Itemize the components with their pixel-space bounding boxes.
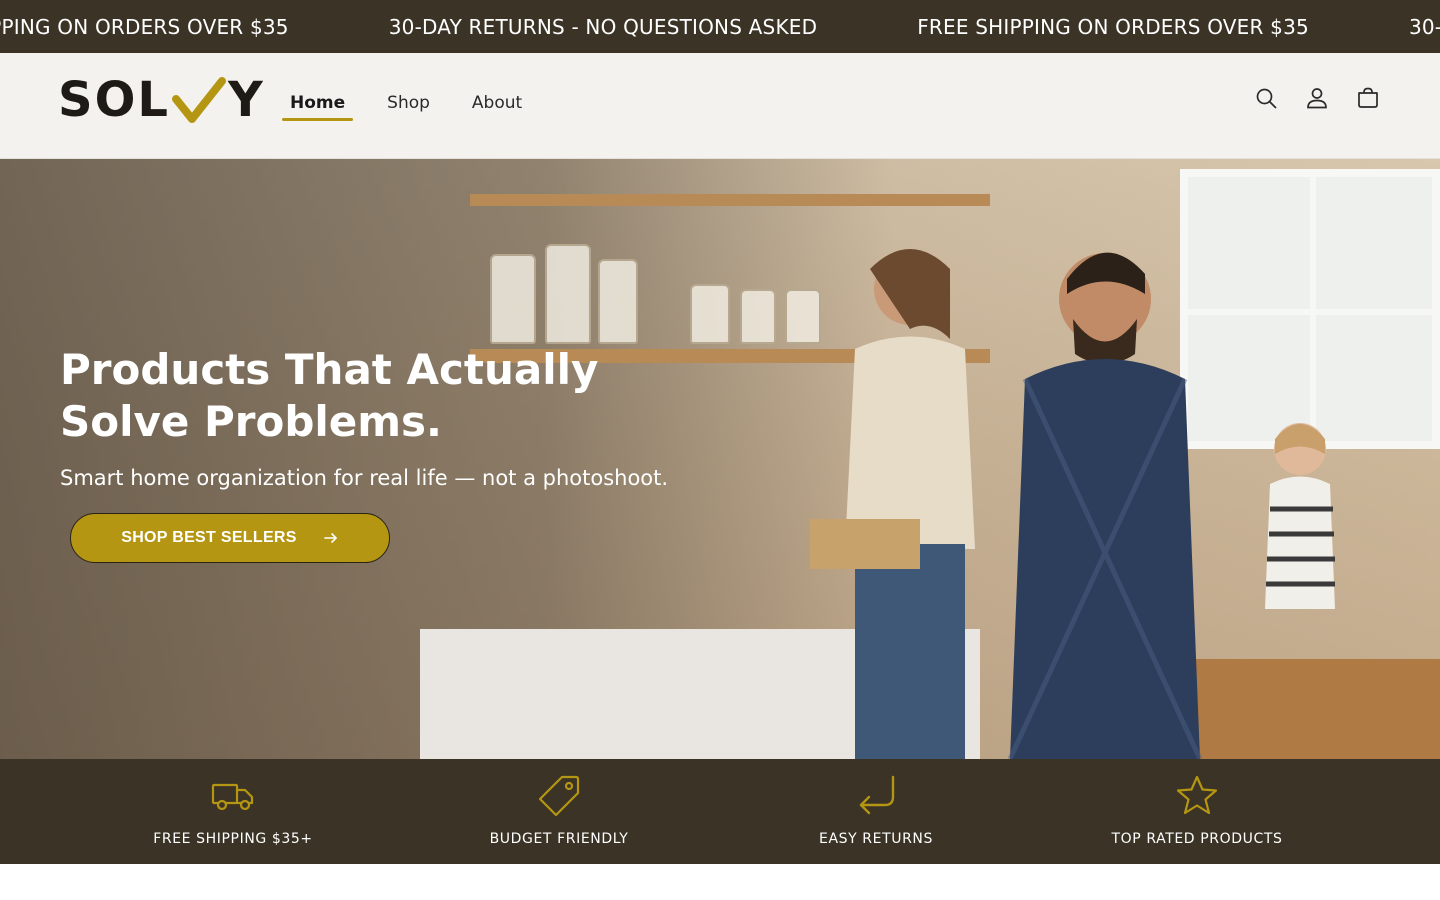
solvy-logo[interactable]: SOL Y [58,75,265,125]
truck-icon [211,783,254,811]
man-figure [1007,252,1203,759]
nav-item-about[interactable]: About [464,89,530,119]
logo-text-left: SOL [58,72,170,128]
storage-jar [740,289,776,344]
cta-label: SHOP BEST SELLERS [121,529,297,546]
header-icons [1254,86,1380,110]
nav-item-shop[interactable]: Shop [379,89,438,119]
main-nav: Home Shop About [282,89,556,121]
feature-easy-returns: EASY RETURNS [817,773,935,847]
return-arrow-icon [859,775,895,815]
site-header: SOL Y Home Shop About [0,53,1440,159]
announcement-item: FREE SHIPPING ON ORDERS OVER $35 [917,14,1309,39]
search-icon[interactable] [1254,86,1278,110]
feature-budget-friendly: BUDGET FRIENDLY [486,773,632,847]
feature-label: TOP RATED PRODUCTS [1111,831,1283,847]
woman-figure [810,249,975,759]
announcement-track: FREE SHIPPING ON ORDERS OVER $35 30-DAY … [0,0,1440,53]
feature-label: FREE SHIPPING $35+ [153,831,313,847]
hero-title: Products That Actually Solve Problems. [60,345,599,446]
account-icon[interactable] [1305,86,1329,110]
price-tag-icon [538,775,580,817]
shop-best-sellers-button[interactable]: SHOP BEST SELLERS [70,513,390,563]
hero-banner: Products That Actually Solve Problems. S… [0,159,1440,759]
announcement-item: 30-DAY RETURNS - NO QUESTIONS ASKED [388,14,818,39]
announcement-item: 30-DAY RETURNS - NO QUESTIONS ASKED [1408,14,1440,39]
storage-jar [545,244,591,344]
logo-checkmark-icon [171,77,226,123]
storage-jar [490,254,536,344]
cart-icon[interactable] [1356,86,1380,110]
feature-free-shipping: FREE SHIPPING $35+ [153,773,313,847]
nav-item-home[interactable]: Home [282,89,354,121]
logo-text-right: Y [227,72,265,128]
feature-label: BUDGET FRIENDLY [489,831,629,847]
arrow-right-icon [323,533,337,543]
star-icon [1176,775,1218,815]
child-figure [1265,423,1335,609]
upper-shelf [470,194,990,206]
feature-top-rated: TOP RATED PRODUCTS [1106,773,1288,847]
storage-jar [598,259,638,344]
feature-label: EASY RETURNS [819,831,933,847]
announcement-item: FREE SHIPPING ON ORDERS OVER $35 [0,14,289,39]
hero-subtitle: Smart home organization for real life — … [60,466,669,490]
features-strip: FREE SHIPPING $35+ BUDGET FRIENDLY EASY … [0,759,1440,864]
storage-jar [690,284,730,344]
announcement-bar: FREE SHIPPING ON ORDERS OVER $35 30-DAY … [0,0,1440,53]
